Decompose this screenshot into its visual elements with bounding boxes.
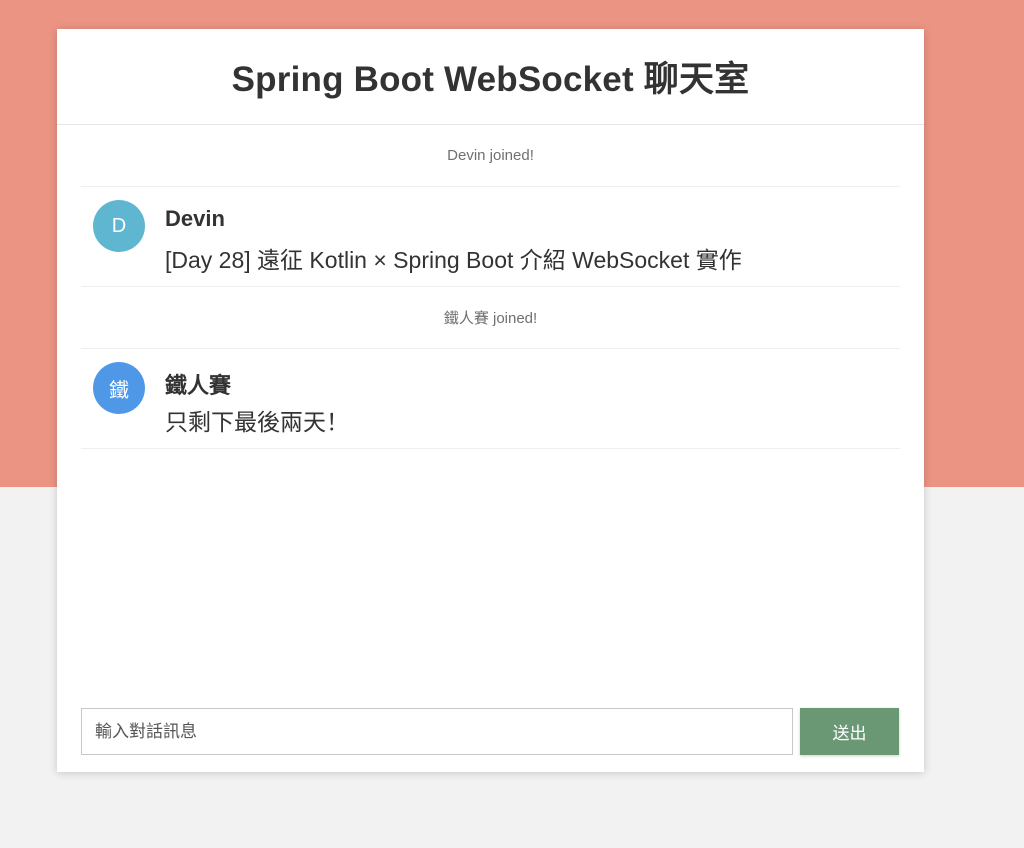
avatar: D: [93, 200, 145, 252]
chat-message: D Devin [Day 28] 遠征 Kotlin × Spring Boot…: [81, 187, 900, 287]
event-message: Devin joined!: [81, 125, 900, 187]
event-message: 鐵人賽 joined!: [81, 287, 900, 349]
chat-header: Spring Boot WebSocket 聊天室: [57, 29, 924, 125]
chat-message: 鐵 鐵人賽 只剩下最後兩天！: [81, 349, 900, 449]
sender-name: Devin: [165, 206, 225, 231]
message-input[interactable]: [81, 708, 793, 755]
message-list[interactable]: Devin joined! D Devin [Day 28] 遠征 Kotlin…: [81, 125, 900, 682]
message-composer: 送出: [81, 708, 900, 755]
sender-name: 鐵人賽: [165, 373, 232, 398]
message-text: [Day 28] 遠征 Kotlin × Spring Boot 介紹 WebS…: [165, 247, 742, 273]
send-button[interactable]: 送出: [800, 708, 899, 755]
message-text: 只剩下最後兩天！: [165, 409, 349, 435]
page-title: Spring Boot WebSocket 聊天室: [231, 60, 750, 99]
chat-window: Spring Boot WebSocket 聊天室 Devin joined! …: [57, 29, 924, 772]
avatar: 鐵: [93, 362, 145, 414]
